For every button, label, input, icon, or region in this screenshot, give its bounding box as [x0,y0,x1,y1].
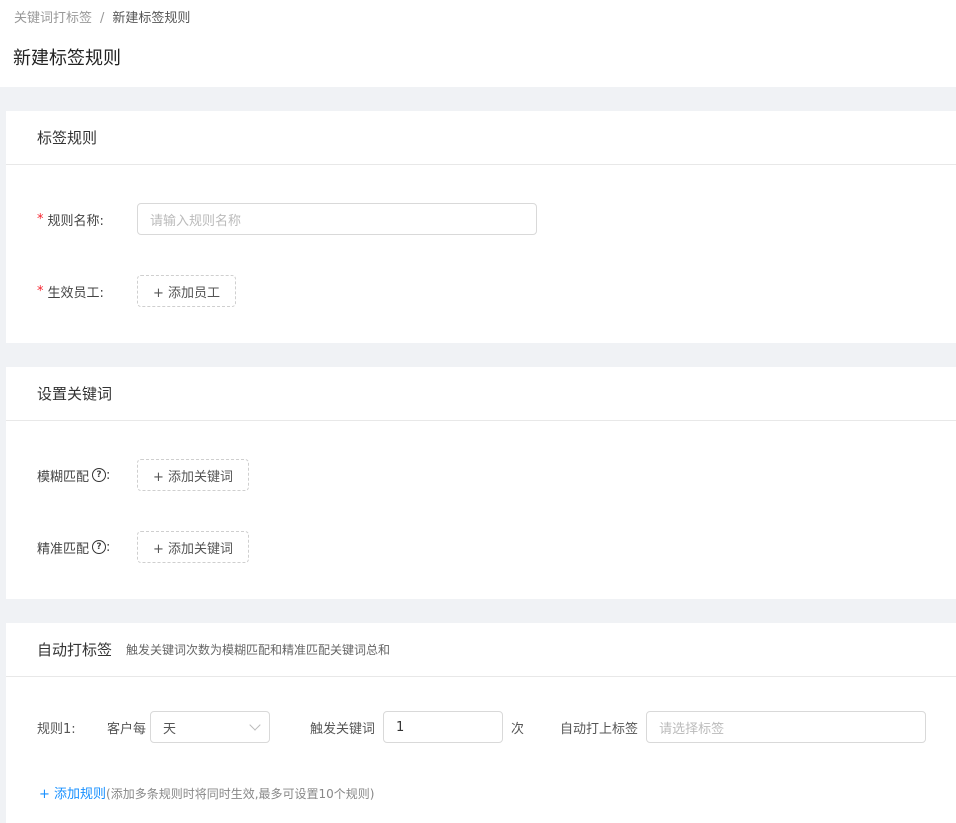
auto-tag-card: 自动打标签 触发关键词次数为模糊匹配和精准匹配关键词总和 规则1: 客户每 天 … [6,623,956,823]
fuzzy-match-label-text: 模糊匹配 [37,469,90,485]
breadcrumb-parent[interactable]: 关键词打标签 [14,11,92,26]
required-mark: * [37,211,44,227]
auto-tag-label: 自动打上标签 [560,721,639,737]
label-colon: : [106,467,111,483]
exact-match-label: 精准匹配 ?: [37,538,137,557]
period-select[interactable]: 天 [150,711,271,743]
card-subtitle: 触发关键词次数为模糊匹配和精准匹配关键词总和 [126,643,391,657]
staff-label-text: 生效员工: [47,285,104,301]
add-staff-button[interactable]: + 添加员工 [137,275,237,307]
fuzzy-match-label: 模糊匹配 ?: [37,466,137,485]
add-rule-link[interactable]: + 添加规则 [39,787,106,802]
customer-each-label: 客户每 [107,721,147,737]
help-icon[interactable]: ? [92,540,107,554]
staff-label: * 生效员工: [37,282,137,301]
rule-name-label: * 规则名称: [37,210,137,229]
add-exact-keyword-button[interactable]: + 添加关键词 [137,531,250,563]
period-value: 天 [163,721,177,737]
add-fuzzy-keyword-button[interactable]: + 添加关键词 [137,459,250,491]
card-header: 标签规则 [6,111,956,165]
help-icon[interactable]: ? [92,468,107,482]
card-title: 自动打标签 [37,641,113,659]
label-colon: : [106,539,111,555]
fuzzy-match-row: 模糊匹配 ?: + 添加关键词 [37,459,250,491]
page-header: 关键词打标签 / 新建标签规则 新建标签规则 [0,0,956,87]
card-title: 标签规则 [37,129,98,147]
keyword-card: 设置关键词 模糊匹配 ?: + 添加关键词 精准匹配 ?: + 添加关键词 [6,367,956,599]
rule-row: 规则1: 客户每 天 触发关键词 1 次 自动打上标签 请选择标签 [37,711,927,743]
rule-name-label-text: 规则名称: [47,213,104,229]
card-header: 设置关键词 [6,367,956,421]
exact-match-label-text: 精准匹配 [37,541,90,557]
tag-select[interactable]: 请选择标签 [646,711,927,743]
rule-name-input[interactable]: 请输入规则名称 [137,203,537,235]
staff-row: * 生效员工: + 添加员工 [37,275,237,307]
card-header: 自动打标签 触发关键词次数为模糊匹配和精准匹配关键词总和 [6,623,956,677]
add-rule-hint: (添加多条规则时将同时生效,最多可设置10个规则) [106,787,375,801]
rule-label: 规则1: [37,721,76,737]
card-title: 设置关键词 [37,385,113,403]
breadcrumb: 关键词打标签 / 新建标签规则 [14,7,190,26]
breadcrumb-current: 新建标签规则 [112,11,191,26]
required-mark: * [37,283,44,299]
rule-name-row: * 规则名称: 请输入规则名称 [37,203,537,235]
add-rule-row: + 添加规则(添加多条规则时将同时生效,最多可设置10个规则) [39,783,374,802]
exact-match-row: 精准匹配 ?: + 添加关键词 [37,531,250,563]
tag-rule-card: 标签规则 * 规则名称: 请输入规则名称 * 生效员工: + 添加员工 [6,111,956,343]
times-label: 次 [511,721,525,737]
page-title: 新建标签规则 [13,48,121,69]
breadcrumb-separator: / [100,11,105,26]
trigger-keyword-label: 触发关键词 [310,721,376,737]
chevron-down-icon [249,719,261,731]
trigger-count-input[interactable]: 1 [383,711,504,743]
